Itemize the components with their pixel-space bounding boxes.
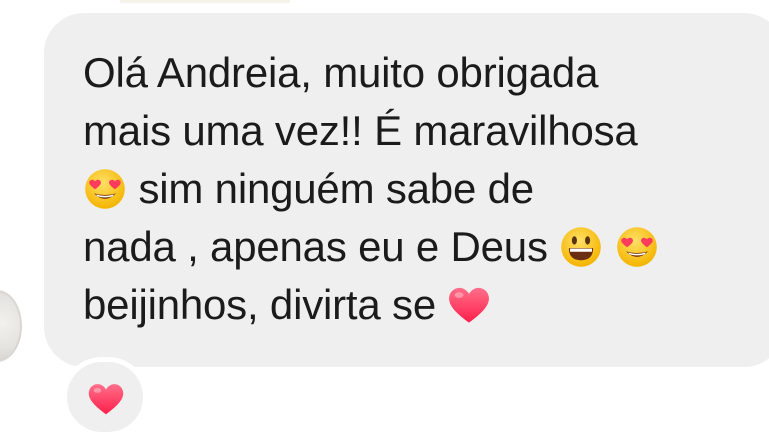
message-line-3: sim ninguém sabe de — [83, 160, 743, 218]
message-line-5: beijinhos, divirta se — [83, 276, 743, 334]
message-line-1: Olá Andreia, muito obrigada — [83, 49, 599, 96]
grinning-face-emoji — [561, 227, 602, 267]
message-line-2: mais uma vez!! É maravilhosa — [83, 107, 638, 154]
message-text: Olá Andreia, muito obrigada mais uma vez… — [83, 44, 743, 334]
chat-screen: Olá Andreia, muito obrigada mais uma vez… — [0, 0, 769, 435]
heart-eyes-emoji — [85, 169, 125, 209]
red-heart-emoji — [449, 287, 490, 323]
heart-reaction[interactable] — [62, 357, 148, 435]
heart-eyes-emoji — [616, 227, 657, 267]
sender-avatar[interactable] — [0, 290, 22, 362]
top-edge-strip — [120, 0, 290, 3]
red-heart-emoji — [88, 384, 124, 415]
message-line-4: nada , apenas eu e Deus — [83, 218, 743, 276]
